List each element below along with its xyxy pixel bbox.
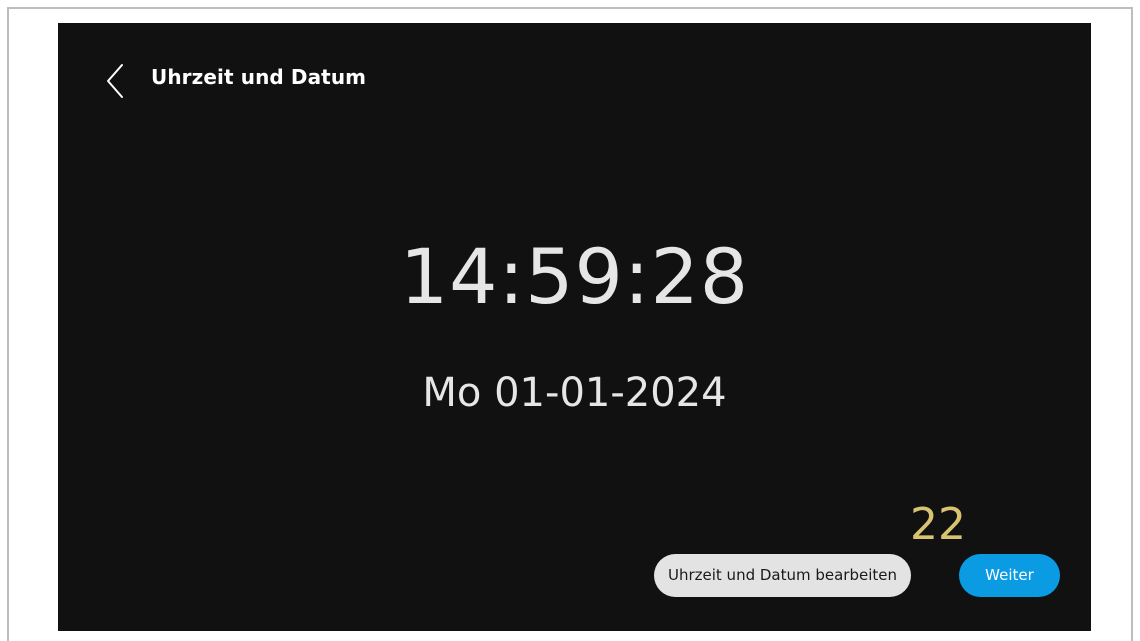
chevron-left-icon [102, 61, 130, 101]
edit-time-date-button[interactable]: Uhrzeit und Datum bearbeiten [654, 554, 911, 597]
date-display: Mo 01-01-2024 [422, 370, 727, 416]
page-title: Uhrzeit und Datum [151, 65, 367, 89]
step-annotation: 22 [910, 499, 966, 550]
time-display: 14:59:28 [399, 232, 750, 321]
next-button[interactable]: Weiter [959, 554, 1060, 597]
back-button[interactable] [102, 61, 130, 101]
device-screen: Uhrzeit und Datum 14:59:28 Mo 01-01-2024… [58, 23, 1091, 631]
